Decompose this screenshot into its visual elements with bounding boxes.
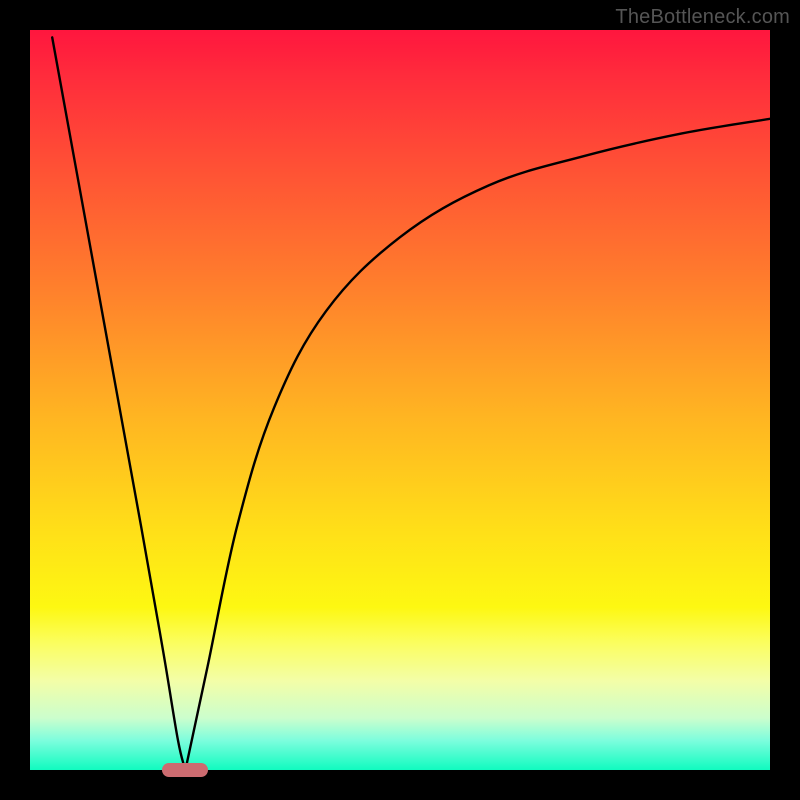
chart-frame: TheBottleneck.com — [0, 0, 800, 800]
curve-left — [52, 37, 185, 770]
minimum-marker — [162, 763, 208, 777]
plot-area — [30, 30, 770, 770]
curve-layer — [30, 30, 770, 770]
curve-right — [185, 119, 770, 770]
watermark-text: TheBottleneck.com — [615, 6, 790, 29]
